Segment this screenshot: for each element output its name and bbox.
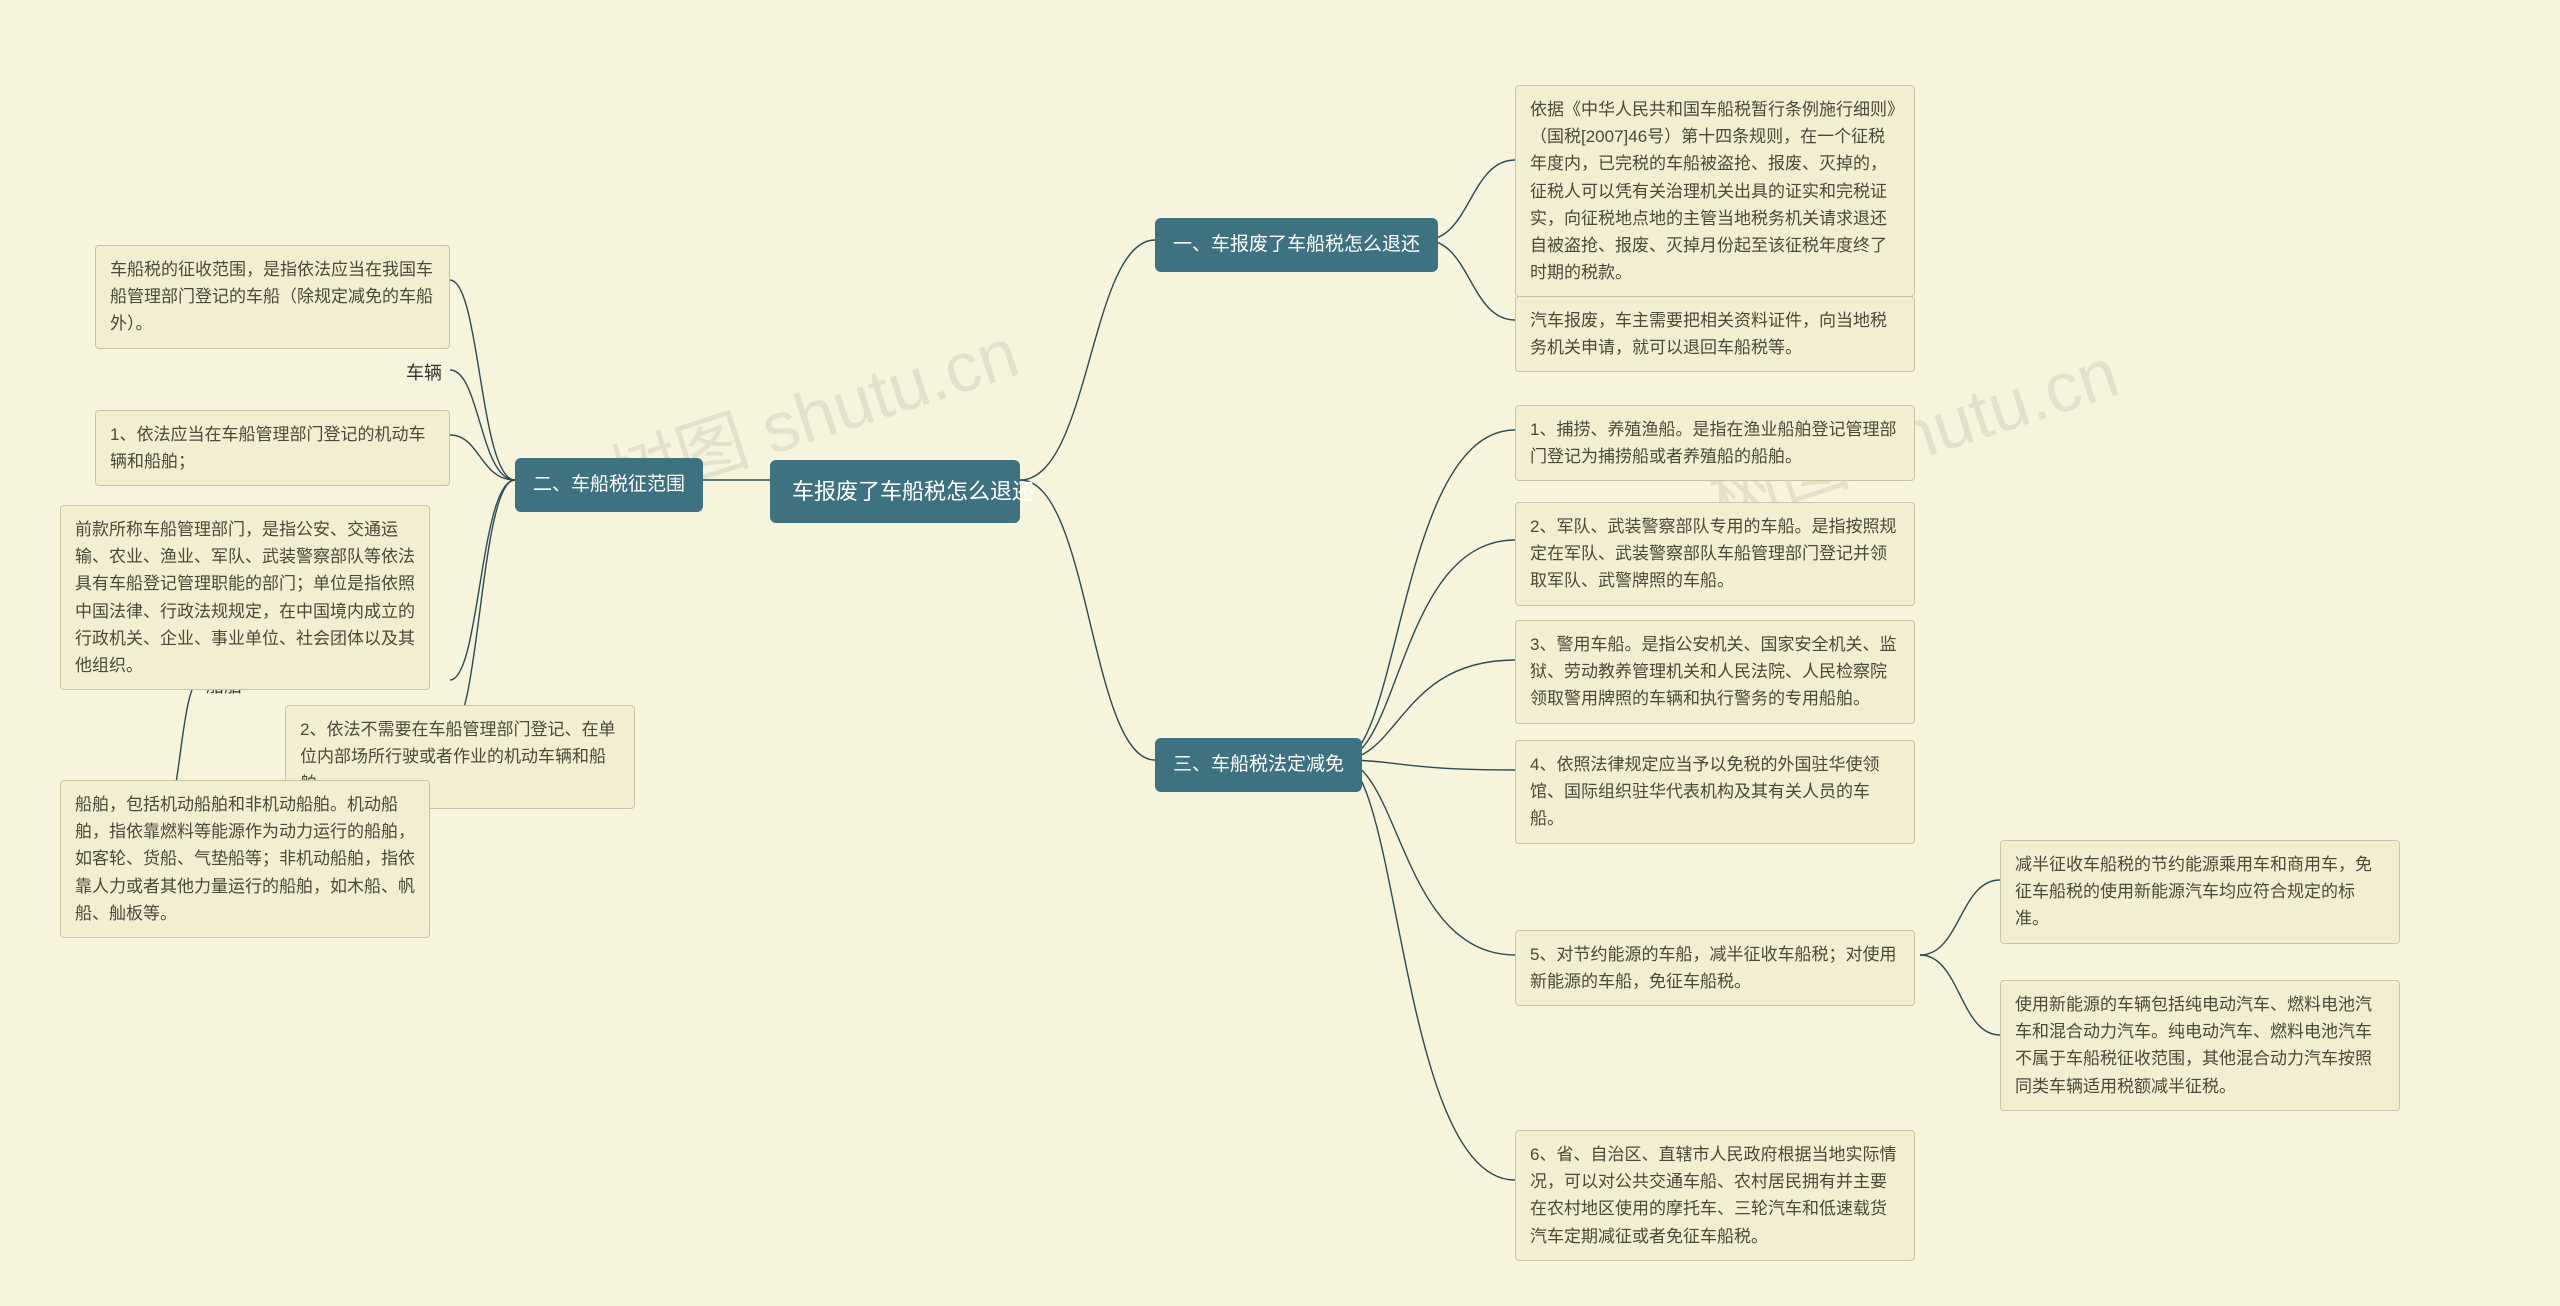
branch-2[interactable]: 二、车船税征范围 (515, 458, 703, 512)
b3-leaf-2: 2、军队、武装警察部队专用的车船。是指按照规定在军队、武装警察部队车船管理部门登… (1515, 502, 1915, 606)
b2-leaf-7: 船舶，包括机动船舶和非机动船舶。机动船舶，指依靠燃料等能源作为动力运行的船舶，如… (60, 780, 430, 938)
mindmap-canvas: 树图 shutu.cn 树图 shutu.cn 车报废了车船税怎么退还 一、车报… (0, 0, 2560, 1306)
b1-leaf-1: 依据《中华人民共和国车船税暂行条例施行细则》（国税[2007]46号）第十四条规… (1515, 85, 1915, 297)
branch-3[interactable]: 三、车船税法定减免 (1155, 738, 1362, 792)
b2-leaf-3: 1、依法应当在车船管理部门登记的机动车辆和船舶； (95, 410, 450, 486)
b3-leaf-5b: 使用新能源的车辆包括纯电动汽车、燃料电池汽车和混合动力汽车。纯电动汽车、燃料电池… (2000, 980, 2400, 1111)
b2-leaf-1: 车船税的征收范围，是指依法应当在我国车船管理部门登记的车船（除规定减免的车船外）… (95, 245, 450, 349)
b3-leaf-6: 6、省、自治区、直辖市人民政府根据当地实际情况，可以对公共交通车船、农村居民拥有… (1515, 1130, 1915, 1261)
b2-leaf-6: 前款所称车船管理部门，是指公安、交通运输、农业、渔业、军队、武装警察部队等依法具… (60, 505, 430, 690)
b3-leaf-5a: 减半征收车船税的节约能源乘用车和商用车，免征车船税的使用新能源汽车均应符合规定的… (2000, 840, 2400, 944)
b2-label-vehicle: 车辆 (400, 355, 448, 392)
b3-leaf-5: 5、对节约能源的车船，减半征收车船税；对使用新能源的车船，免征车船税。 (1515, 930, 1915, 1006)
b3-leaf-1: 1、捕捞、养殖渔船。是指在渔业船舶登记管理部门登记为捕捞船或者养殖船的船舶。 (1515, 405, 1915, 481)
branch-1[interactable]: 一、车报废了车船税怎么退还 (1155, 218, 1438, 272)
b3-leaf-3: 3、警用车船。是指公安机关、国家安全机关、监狱、劳动教养管理机关和人民法院、人民… (1515, 620, 1915, 724)
root-node[interactable]: 车报废了车船税怎么退还 (770, 460, 1020, 523)
b3-leaf-4: 4、依照法律规定应当予以免税的外国驻华使领馆、国际组织驻华代表机构及其有关人员的… (1515, 740, 1915, 844)
b1-leaf-2: 汽车报废，车主需要把相关资料证件，向当地税务机关申请，就可以退回车船税等。 (1515, 296, 1915, 372)
